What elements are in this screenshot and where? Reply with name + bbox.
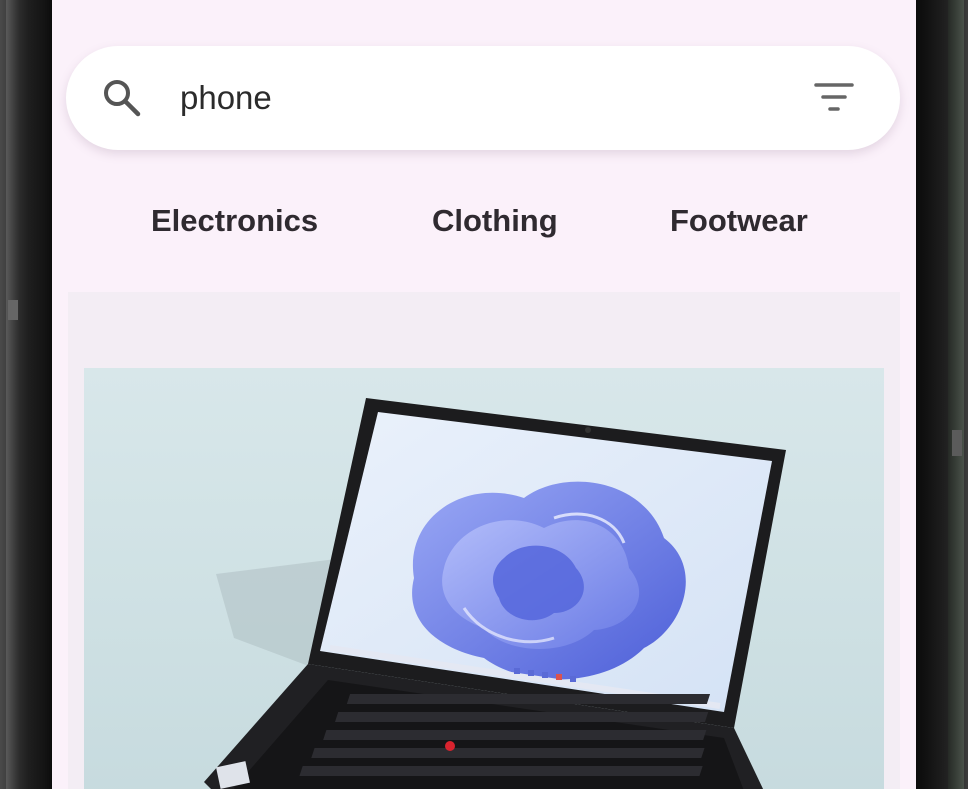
app-screen: phone Electronics Clothing Footwear [52,0,916,789]
category-tabs: Electronics Clothing Footwear [52,190,916,252]
search-icon[interactable] [100,76,144,120]
device-bezel-left [0,0,52,789]
search-input[interactable]: phone [180,76,272,120]
device-edge-right [948,0,964,789]
laptop-illustration [204,398,786,789]
category-footwear[interactable]: Footwear [670,190,808,252]
search-bar[interactable]: phone [66,46,900,150]
device-volume-button [952,430,962,456]
category-clothing[interactable]: Clothing [432,190,558,252]
device-bezel-right [916,0,968,789]
product-card[interactable] [68,292,900,789]
laptop-image[interactable] [84,368,884,789]
filter-icon[interactable] [812,80,856,114]
device-edge-left [6,0,20,789]
category-electronics[interactable]: Electronics [151,190,318,252]
device-side-button [8,300,18,320]
